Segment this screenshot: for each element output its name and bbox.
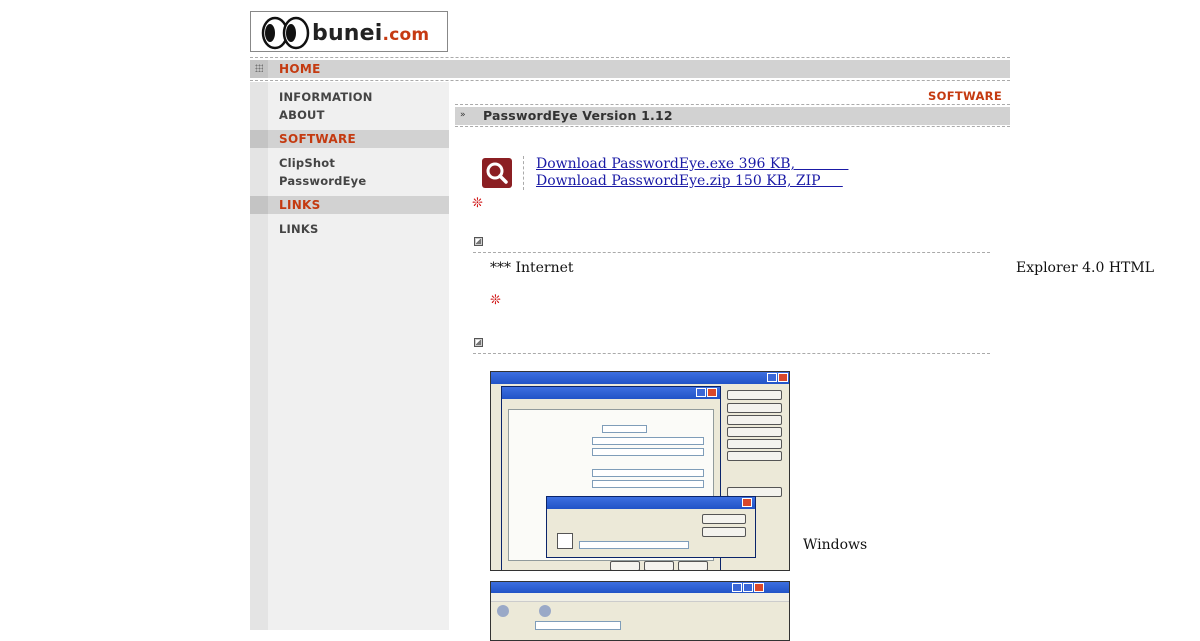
sidebar-item-clipshot[interactable]: ClipShot xyxy=(279,156,335,170)
export-button xyxy=(727,451,782,461)
grid-bullet-icon xyxy=(250,60,268,78)
magnifier-icon xyxy=(482,158,512,188)
sidebar-item-information[interactable]: INFORMATION xyxy=(279,90,373,104)
close-icon xyxy=(754,583,764,592)
divider xyxy=(473,252,990,253)
double-chevron-down-icon: » xyxy=(460,110,466,120)
sidebar-item-links[interactable]: LINKS xyxy=(279,222,318,236)
screenshot-password-dialog xyxy=(490,371,790,571)
grid-bullet-icon xyxy=(250,196,268,214)
password-field xyxy=(592,480,704,488)
asterisk-mark-icon: ❊ xyxy=(490,293,501,308)
window-titlebar xyxy=(502,387,720,399)
eyes-logo-icon xyxy=(261,16,310,50)
page-title-bar: » PasswordEye Version 1.12 xyxy=(455,107,1010,125)
copy-button xyxy=(702,527,746,537)
para-text: *** Internet xyxy=(490,260,574,276)
sidebar-heading-software-bar[interactable]: SOFTWARE xyxy=(250,130,449,148)
sidebar-heading-links[interactable]: LINKS xyxy=(279,198,321,212)
window-titlebar xyxy=(547,497,755,509)
account-field xyxy=(592,469,704,477)
sidebar-heading-links-bar[interactable]: LINKS xyxy=(250,196,449,214)
sidebar-heading-software[interactable]: SOFTWARE xyxy=(279,132,356,146)
smtp-field xyxy=(592,448,704,456)
square-bullet-icon xyxy=(474,237,483,246)
divider xyxy=(250,80,1010,81)
forward-icon xyxy=(539,605,551,617)
sidebar-item-passwordeye[interactable]: PasswordEye xyxy=(279,174,366,188)
asterisk-mark-icon: ❊ xyxy=(472,196,483,211)
crosshair-target-icon xyxy=(557,533,573,549)
divider xyxy=(473,353,990,354)
maximize-icon xyxy=(743,583,753,592)
sidebar-item-about[interactable]: ABOUT xyxy=(279,108,325,122)
divider xyxy=(455,126,1010,127)
nav-home-link[interactable]: HOME xyxy=(279,62,321,76)
apply-button xyxy=(678,561,708,570)
cancel-button xyxy=(644,561,674,570)
square-bullet-icon xyxy=(474,338,483,347)
sidebar: INFORMATION ABOUT SOFTWARE ClipShot Pass… xyxy=(250,82,449,630)
window-titlebar xyxy=(491,372,789,384)
divider xyxy=(455,104,1010,105)
google-search-field xyxy=(535,621,621,630)
default-button xyxy=(727,427,782,437)
passwordeye-popup xyxy=(546,496,756,558)
close-button xyxy=(702,514,746,524)
menu-bar xyxy=(491,593,789,602)
close-icon xyxy=(707,388,717,397)
minimize-icon xyxy=(732,583,742,592)
logo-text: bunei.com xyxy=(312,21,430,46)
para-text-overflow: Explorer 4.0 HTML xyxy=(1016,260,1154,276)
properties-button xyxy=(727,415,782,425)
back-icon xyxy=(497,605,509,617)
remove-button xyxy=(727,403,782,413)
grid-bullet-icon xyxy=(250,130,268,148)
ok-button xyxy=(610,561,640,570)
download-exe-link[interactable]: Download PasswordEye.exe 396 KB, xyxy=(536,156,848,172)
logo-tld: .com xyxy=(382,25,430,45)
nav-home-bar[interactable]: HOME xyxy=(250,60,1010,78)
screenshot-ie-window xyxy=(490,581,790,641)
add-button xyxy=(727,390,782,400)
page-title: PasswordEye Version 1.12 xyxy=(483,108,673,123)
pop3-field xyxy=(592,437,704,445)
sidebar-stripe xyxy=(250,82,268,630)
divider xyxy=(523,156,524,190)
download-zip-link[interactable]: Download PasswordEye.zip 150 KB, ZIP xyxy=(536,173,843,189)
close-icon xyxy=(778,373,788,382)
server-type-field xyxy=(602,425,647,433)
section-label: SOFTWARE xyxy=(928,89,1002,103)
import-button xyxy=(727,439,782,449)
help-icon xyxy=(767,373,777,382)
help-icon xyxy=(696,388,706,397)
close-icon xyxy=(742,498,752,507)
divider xyxy=(250,57,1010,58)
site-logo[interactable]: bunei.com xyxy=(250,11,448,52)
screenshot-caption: Windows xyxy=(803,537,868,553)
text-field xyxy=(579,541,689,549)
